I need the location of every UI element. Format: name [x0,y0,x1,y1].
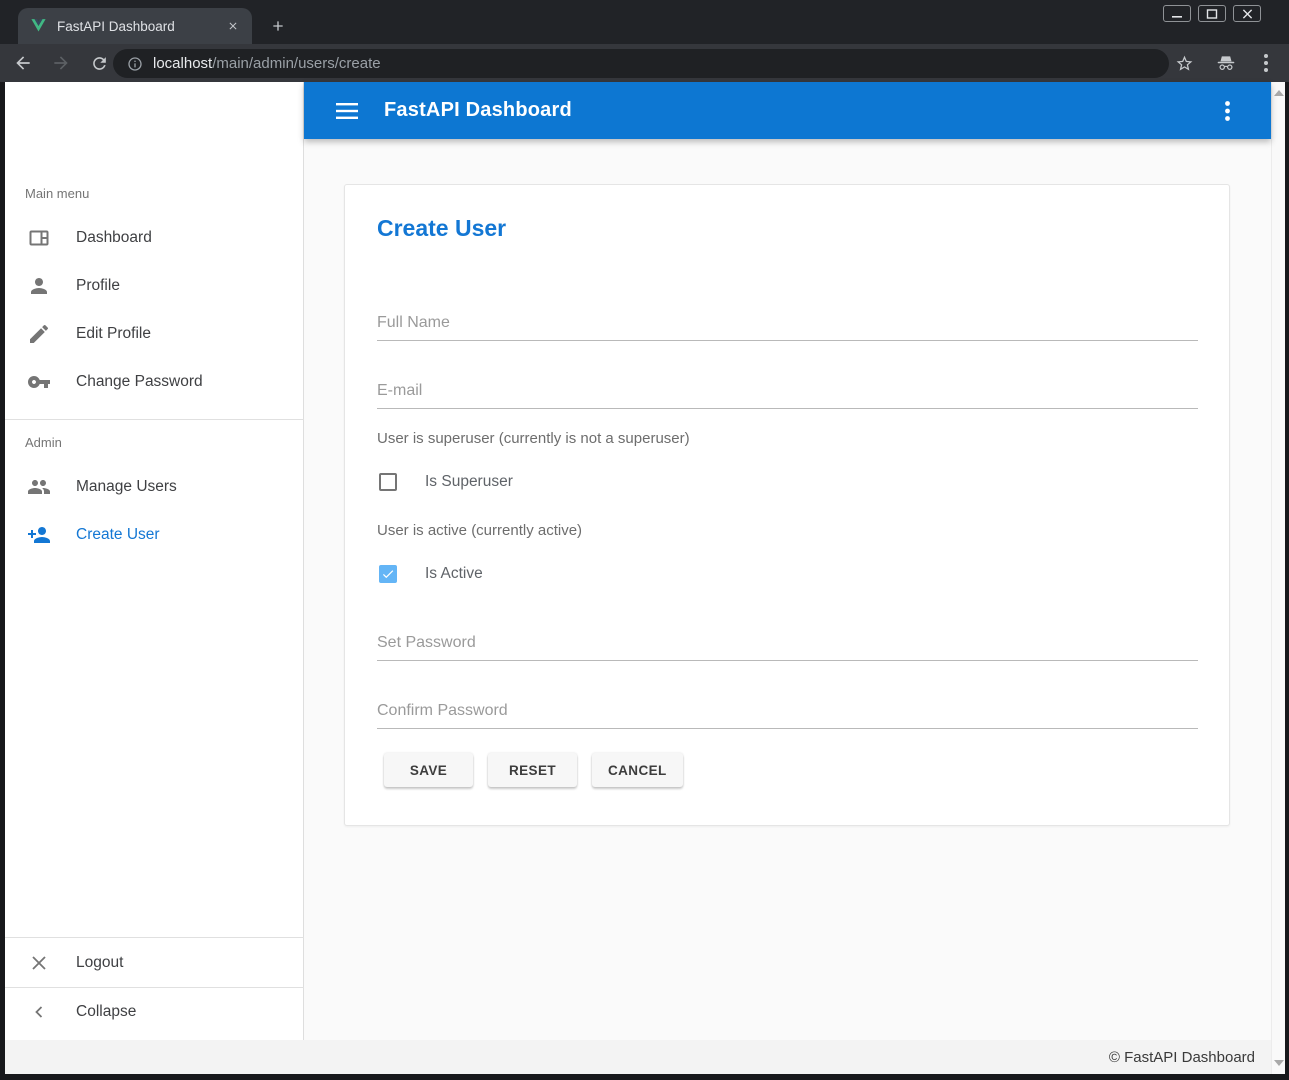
sidebar-item-manage-users[interactable]: Manage Users [5,463,304,511]
url-host: localhost [153,55,212,72]
page-content: Main menu Dashboard Profile Edit Profile [5,82,1285,1074]
sidebar-item-label: Change Password [76,373,203,391]
sidebar-item-label: Manage Users [76,478,177,496]
vue-logo-icon [30,19,47,34]
sidebar-item-label: Edit Profile [76,325,151,343]
superuser-help-text: User is superuser (currently is not a su… [377,430,690,447]
sidebar: Main menu Dashboard Profile Edit Profile [5,82,304,1040]
sidebar-item-logout[interactable]: Logout [5,939,304,987]
form-buttons: SAVE RESET CANCEL [384,753,683,787]
group-icon [27,475,51,499]
person-icon [27,274,51,298]
scroll-up-icon[interactable] [1274,90,1284,96]
is-superuser-label: Is Superuser [425,473,513,491]
sidebar-section-admin: Admin [25,435,62,450]
browser-toolbar: localhost/main/admin/users/create [0,44,1289,82]
minimize-button[interactable] [1163,5,1191,22]
sidebar-item-dashboard[interactable]: Dashboard [5,214,304,262]
full-name-field[interactable] [377,305,1198,341]
create-user-card: Create User User is superuser (currently… [344,184,1230,826]
app-title: FastAPI Dashboard [384,99,572,122]
back-icon[interactable] [8,48,38,78]
maximize-button[interactable] [1198,5,1226,22]
dashboard-icon [27,226,51,250]
sidebar-divider [5,419,304,420]
is-active-label: Is Active [425,565,483,583]
new-tab-button[interactable] [264,12,292,40]
incognito-icon [1211,48,1241,78]
toolbar-right [1169,48,1279,78]
copyright-text: © FastAPI Dashboard [1109,1049,1255,1066]
close-icon [27,951,51,975]
cancel-button[interactable]: CANCEL [592,753,683,787]
app-footer: © FastAPI Dashboard [5,1040,1271,1074]
sidebar-item-label: Create User [76,526,160,544]
reset-button[interactable]: RESET [488,753,577,787]
edit-icon [27,322,51,346]
tab-title: FastAPI Dashboard [57,19,224,34]
browser-tab[interactable]: FastAPI Dashboard [18,8,252,44]
address-bar[interactable]: localhost/main/admin/users/create [113,49,1169,78]
hamburger-menu-icon[interactable] [329,93,365,129]
is-superuser-checkbox-row[interactable]: Is Superuser [379,473,513,491]
person-add-icon [27,523,51,547]
confirm-password-field[interactable] [377,693,1198,729]
app-header: FastAPI Dashboard [304,82,1271,139]
browser-menu-icon[interactable] [1253,48,1279,78]
email-field[interactable] [377,373,1198,409]
window-controls [1163,5,1261,22]
sidebar-item-change-password[interactable]: Change Password [5,358,304,406]
sidebar-item-edit-profile[interactable]: Edit Profile [5,310,304,358]
browser-titlebar: FastAPI Dashboard [0,0,1289,44]
active-help-text: User is active (currently active) [377,522,582,539]
sidebar-item-label: Collapse [76,1003,136,1021]
is-active-checkbox-row[interactable]: Is Active [379,565,483,583]
key-icon [27,370,51,394]
sidebar-item-collapse[interactable]: Collapse [5,988,304,1036]
sidebar-item-label: Profile [76,277,120,295]
set-password-field[interactable] [377,625,1198,661]
browser-window: FastAPI Dashboard localhost/m [0,0,1289,1080]
is-active-checkbox[interactable] [379,565,397,583]
url-text: localhost/main/admin/users/create [153,55,381,72]
site-info-icon[interactable] [127,56,143,72]
forward-icon[interactable] [46,48,76,78]
sidebar-item-create-user[interactable]: Create User [5,511,304,559]
page-scrollbar[interactable] [1271,82,1285,1074]
sidebar-item-profile[interactable]: Profile [5,262,304,310]
scroll-down-icon[interactable] [1274,1060,1284,1066]
sidebar-item-label: Logout [76,954,123,972]
chevron-left-icon [27,1000,51,1024]
is-superuser-checkbox[interactable] [379,473,397,491]
page-title: Create User [377,215,506,242]
sidebar-item-label: Dashboard [76,229,152,247]
sidebar-section-main-menu: Main menu [25,186,89,201]
tab-close-icon[interactable] [224,17,242,35]
reload-icon[interactable] [84,48,114,78]
save-button[interactable]: SAVE [384,753,473,787]
close-window-button[interactable] [1233,5,1261,22]
sidebar-divider [5,937,304,938]
bookmark-star-icon[interactable] [1169,48,1199,78]
url-path: /main/admin/users/create [212,55,380,72]
app-menu-dots-icon[interactable] [1209,93,1245,129]
